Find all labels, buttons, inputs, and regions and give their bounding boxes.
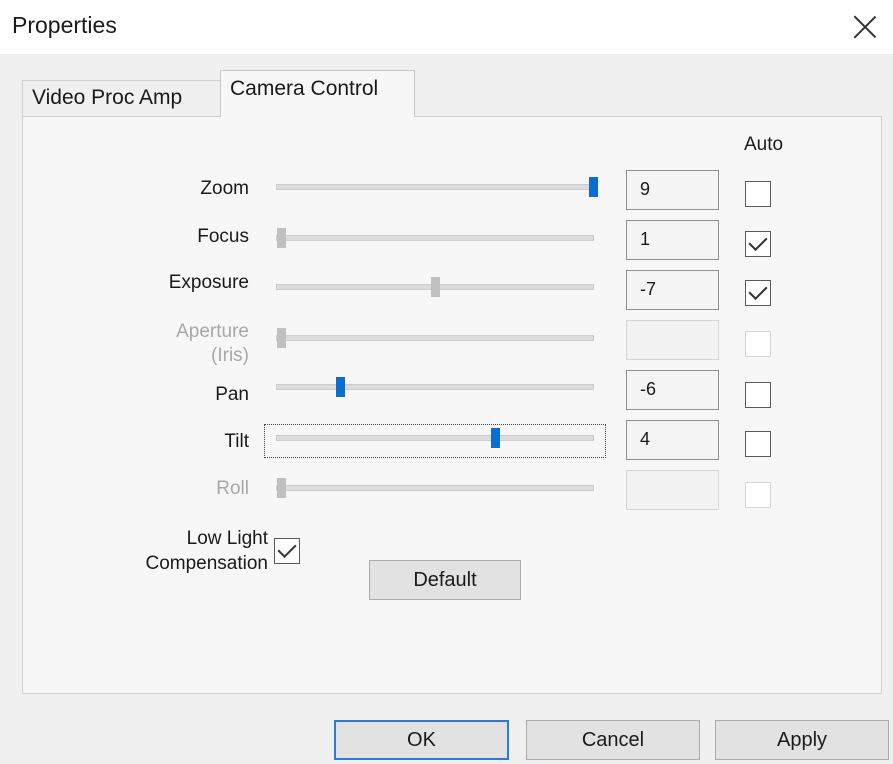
low-light-label-line2: Compensation	[145, 553, 268, 574]
aperture-label-line1: Aperture	[176, 321, 249, 342]
pan-slider-thumb[interactable]	[336, 377, 346, 397]
focus-slider-thumb[interactable]	[277, 228, 286, 248]
roll-slider-thumb	[277, 478, 286, 498]
tilt-label: Tilt	[224, 431, 249, 452]
title-bar: Properties	[0, 0, 893, 54]
aperture-value-field	[626, 320, 719, 360]
focus-slider-track[interactable]	[276, 228, 594, 248]
aperture-label: Aperture (Iris)	[176, 320, 249, 368]
aperture-auto-checkbox	[745, 331, 771, 357]
ok-button[interactable]: OK	[334, 720, 509, 760]
focus-label: Focus	[197, 226, 249, 247]
roll-value-field	[626, 470, 719, 510]
pan-auto-checkbox[interactable]	[745, 382, 771, 408]
pan-label: Pan	[215, 384, 249, 405]
zoom-slider-thumb[interactable]	[589, 177, 598, 197]
cancel-button[interactable]: Cancel	[526, 720, 700, 760]
tilt-auto-checkbox[interactable]	[745, 431, 771, 457]
pan-value-field[interactable]: -6	[626, 370, 719, 410]
aperture-slider-track	[276, 328, 594, 348]
exposure-auto-checkbox[interactable]	[745, 280, 771, 306]
roll-auto-checkbox	[745, 482, 771, 508]
tab-video-proc-amp[interactable]: Video Proc Amp	[22, 80, 221, 116]
exposure-value-field[interactable]: -7	[626, 270, 719, 310]
aperture-slider-thumb	[277, 328, 286, 348]
exposure-slider-thumb[interactable]	[431, 277, 440, 297]
auto-column-header: Auto	[744, 134, 784, 155]
zoom-value-field[interactable]: 9	[626, 170, 719, 210]
exposure-slider-track[interactable]	[276, 277, 594, 297]
focus-auto-checkbox[interactable]	[745, 231, 771, 257]
apply-button[interactable]: Apply	[715, 720, 889, 760]
low-light-compensation-checkbox[interactable]	[274, 538, 300, 564]
tilt-slider-track[interactable]	[276, 428, 594, 448]
zoom-auto-checkbox[interactable]	[745, 181, 771, 207]
roll-slider-track	[276, 478, 594, 498]
tilt-slider-thumb[interactable]	[491, 428, 501, 448]
pan-slider-track[interactable]	[276, 377, 594, 397]
tab-camera-control[interactable]: Camera Control	[220, 70, 415, 117]
exposure-label: Exposure	[168, 272, 249, 293]
tilt-focus-rectangle	[264, 424, 606, 458]
roll-label: Roll	[216, 478, 249, 499]
close-icon[interactable]	[852, 14, 878, 40]
focus-value-field[interactable]: 1	[626, 220, 719, 260]
window-title: Properties	[12, 12, 117, 38]
tilt-value-field[interactable]: 4	[626, 420, 719, 460]
low-light-label-line1: Low Light	[186, 528, 268, 549]
default-button[interactable]: Default	[369, 560, 521, 600]
aperture-label-line2: (Iris)	[211, 345, 249, 366]
zoom-label: Zoom	[200, 178, 249, 199]
low-light-compensation-label: Low Light Compensation	[145, 526, 268, 576]
zoom-slider-track[interactable]	[276, 177, 598, 197]
